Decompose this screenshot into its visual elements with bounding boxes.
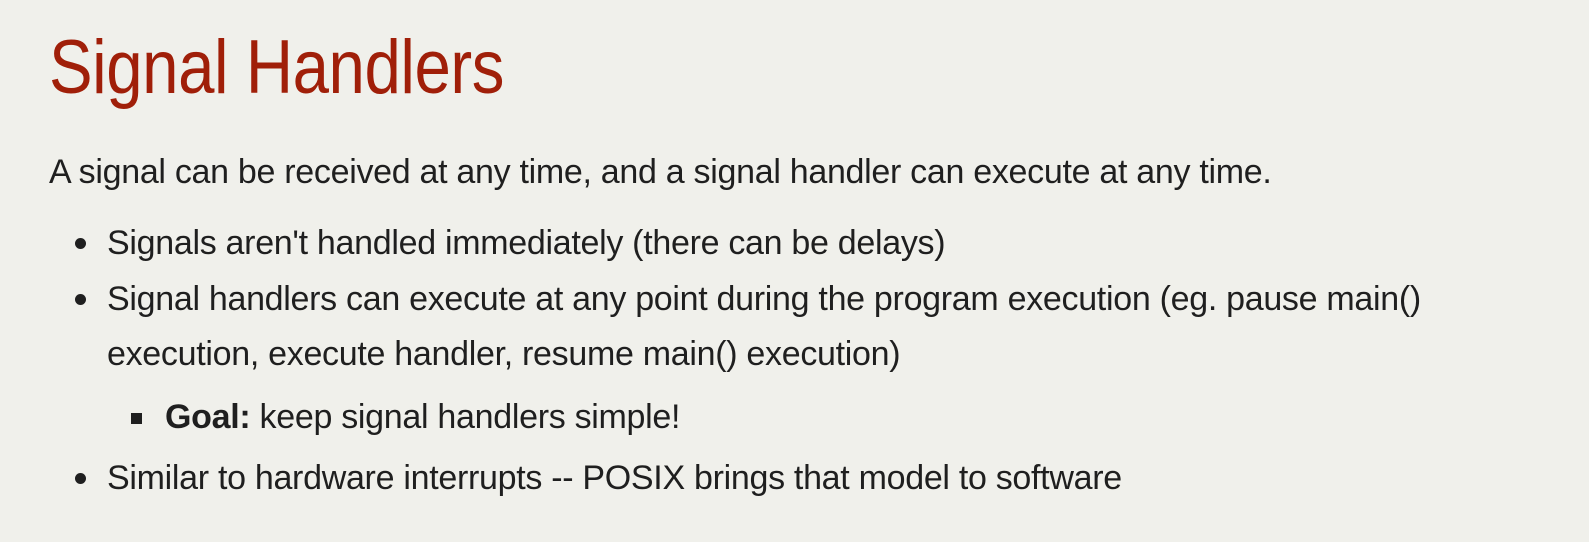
goal-text: keep signal handlers simple! [250, 398, 681, 436]
goal-label: Goal: [165, 398, 251, 436]
bullet-text: Signals aren't handled immediately (ther… [107, 224, 946, 262]
bullet-item-delays: Signals aren't handled immediately (ther… [75, 216, 1507, 271]
bullet-item-hardware-interrupts: Similar to hardware interrupts -- POSIX … [75, 451, 1507, 506]
intro-paragraph: A signal can be received at any time, an… [49, 153, 1272, 191]
slide-title: Signal Handlers [49, 25, 504, 110]
sub-bullet-list: Goal: keep signal handlers simple! [107, 390, 1507, 445]
bullet-item-execution-point: Signal handlers can execute at any point… [75, 272, 1507, 445]
bullet-list: Signals aren't handled immediately (ther… [75, 216, 1507, 507]
bullet-text: Signal handlers can execute at any point… [107, 280, 1421, 373]
bullet-text: Similar to hardware interrupts -- POSIX … [107, 459, 1122, 497]
sub-bullet-goal: Goal: keep signal handlers simple! [131, 390, 1507, 445]
